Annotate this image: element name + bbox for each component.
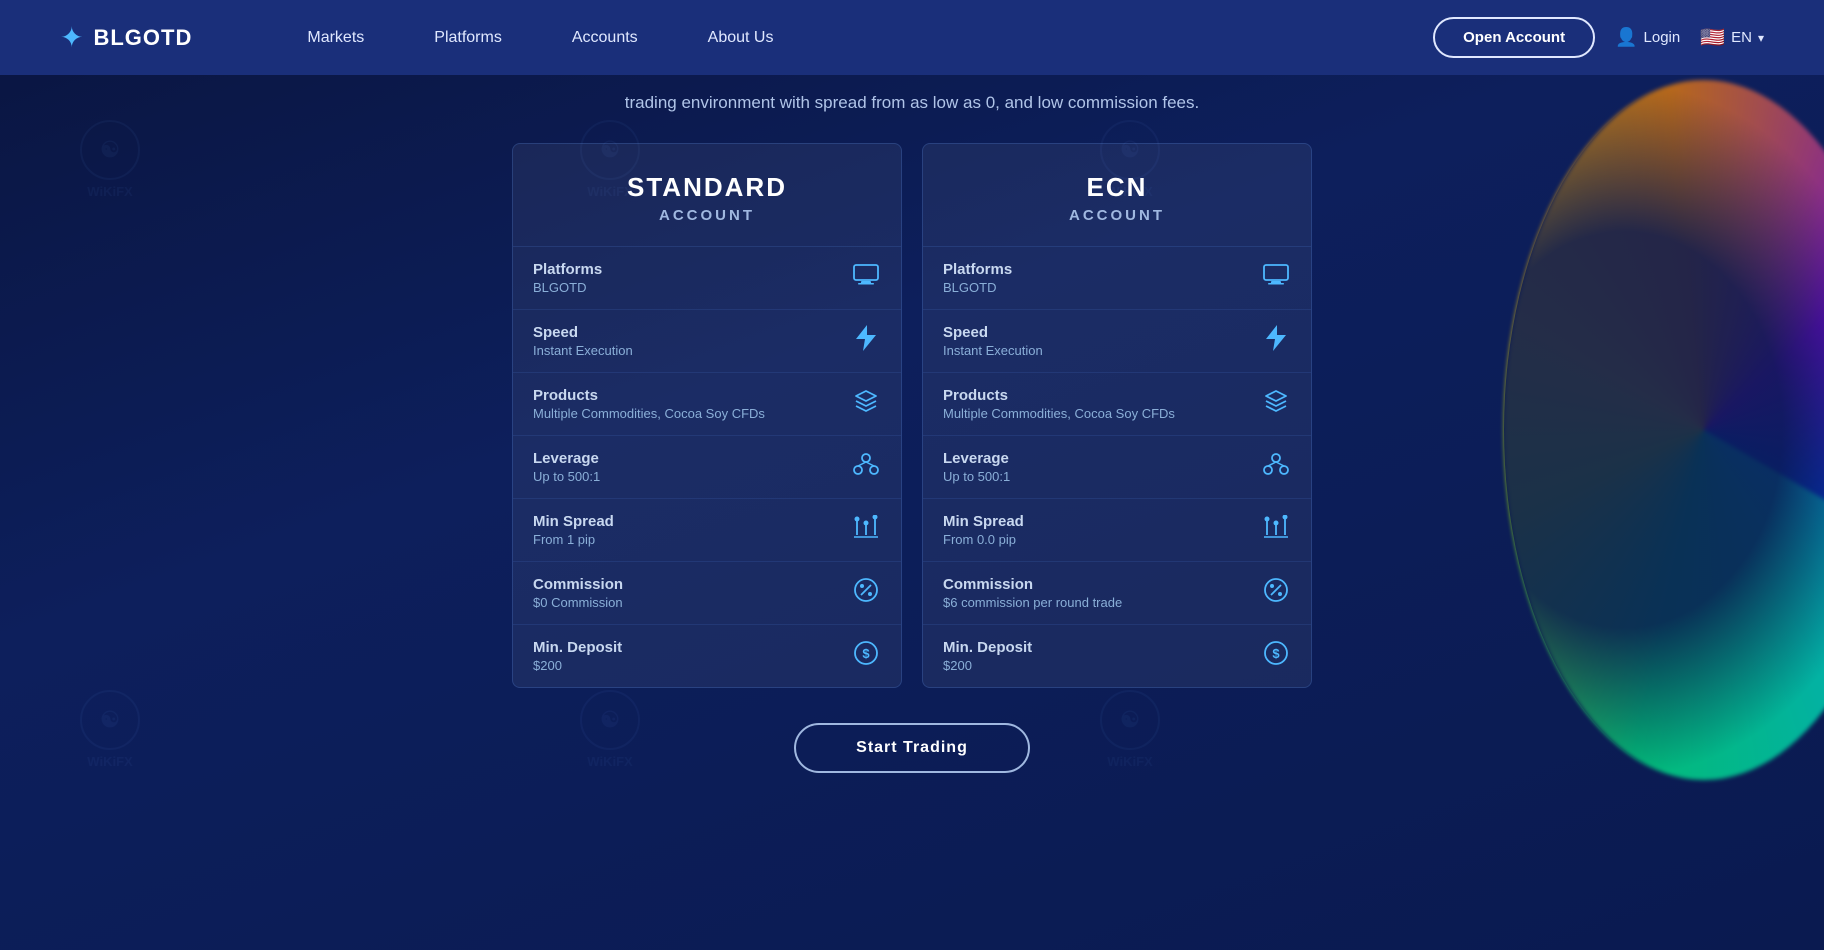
deposit-icon: $ (851, 640, 881, 672)
user-icon: 👤 (1615, 27, 1637, 48)
standard-card-header: STANDARD ACCOUNT (513, 144, 901, 247)
standard-spread-row: Min Spread From 1 pip (513, 499, 901, 562)
ecn-subtitle: ACCOUNT (943, 207, 1291, 224)
products-icon (851, 389, 881, 419)
ecn-products-value: Multiple Commodities, Cocoa Soy CFDs (943, 406, 1246, 421)
standard-platforms-row: Platforms BLGOTD (513, 247, 901, 310)
standard-products-row: Products Multiple Commodities, Cocoa Soy… (513, 373, 901, 436)
ecn-spread-value: From 0.0 pip (943, 532, 1246, 547)
speed-icon (851, 325, 881, 357)
ecn-leverage-row: Leverage Up to 500:1 (923, 436, 1311, 499)
ecn-platforms-value: BLGOTD (943, 280, 1246, 295)
ecn-speed-label: Speed (943, 324, 1246, 341)
ecn-deposit-row: Min. Deposit $200 $ (923, 625, 1311, 687)
standard-platforms-label: Platforms (533, 261, 836, 278)
language-selector[interactable]: 🇺🇸 EN ▾ (1700, 25, 1764, 50)
svg-text:$: $ (1272, 646, 1280, 661)
login-area[interactable]: 👤 Login (1615, 27, 1680, 48)
ecn-spread-icon (1261, 515, 1291, 545)
ecn-leverage-label: Leverage (943, 450, 1246, 467)
standard-spread-value: From 1 pip (533, 532, 836, 547)
ecn-commission-row: Commission $6 commission per round trade (923, 562, 1311, 625)
ecn-speed-row: Speed Instant Execution (923, 310, 1311, 373)
ecn-leverage-icon (1261, 452, 1291, 482)
ecn-commission-value: $6 commission per round trade (943, 595, 1246, 610)
svg-text:$: $ (862, 646, 870, 661)
flag-icon: 🇺🇸 (1700, 25, 1725, 50)
ecn-platforms-label: Platforms (943, 261, 1246, 278)
platforms-icon (851, 264, 881, 292)
nav-links: Markets Platforms Accounts About Us (272, 0, 1433, 75)
ecn-card-header: ECN ACCOUNT (923, 144, 1311, 247)
ecn-leverage-value: Up to 500:1 (943, 469, 1246, 484)
ecn-spread-row: Min Spread From 0.0 pip (923, 499, 1311, 562)
ecn-commission-icon (1261, 577, 1291, 609)
commission-icon (851, 577, 881, 609)
nav-item-about[interactable]: About Us (673, 0, 809, 75)
ecn-speed-value: Instant Execution (943, 343, 1246, 358)
ecn-spread-label: Min Spread (943, 513, 1246, 530)
standard-deposit-row: Min. Deposit $200 $ (513, 625, 901, 687)
standard-products-value: Multiple Commodities, Cocoa Soy CFDs (533, 406, 836, 421)
accounts-section: STANDARD ACCOUNT Platforms BLGOTD Speed … (0, 143, 1824, 688)
standard-speed-row: Speed Instant Execution (513, 310, 901, 373)
standard-spread-label: Min Spread (533, 513, 836, 530)
ecn-speed-icon (1261, 325, 1291, 357)
start-trading-button[interactable]: Start Trading (794, 723, 1030, 773)
standard-deposit-label: Min. Deposit (533, 639, 836, 656)
standard-subtitle: ACCOUNT (533, 207, 881, 224)
standard-products-label: Products (533, 387, 836, 404)
lang-label: EN (1731, 29, 1752, 46)
ecn-title: ECN (943, 172, 1291, 203)
logo[interactable]: ✦ BLGOTD (60, 21, 192, 54)
ecn-products-icon (1261, 389, 1291, 419)
open-account-button[interactable]: Open Account (1433, 17, 1595, 58)
ecn-account-card: ECN ACCOUNT Platforms BLGOTD Speed Insta… (922, 143, 1312, 688)
standard-account-card: STANDARD ACCOUNT Platforms BLGOTD Speed … (512, 143, 902, 688)
ecn-deposit-value: $200 (943, 658, 1246, 673)
ecn-deposit-label: Min. Deposit (943, 639, 1246, 656)
chevron-down-icon: ▾ (1758, 31, 1764, 45)
standard-speed-label: Speed (533, 324, 836, 341)
ecn-commission-label: Commission (943, 576, 1246, 593)
ecn-platforms-row: Platforms BLGOTD (923, 247, 1311, 310)
standard-deposit-value: $200 (533, 658, 836, 673)
ecn-platforms-icon (1261, 264, 1291, 292)
nav-right: Open Account 👤 Login 🇺🇸 EN ▾ (1433, 17, 1764, 58)
ecn-products-row: Products Multiple Commodities, Cocoa Soy… (923, 373, 1311, 436)
spread-icon (851, 515, 881, 545)
subtitle-text: trading environment with spread from as … (625, 93, 1199, 112)
nav-item-accounts[interactable]: Accounts (537, 0, 673, 75)
subtitle-bar: trading environment with spread from as … (0, 75, 1824, 143)
nav-item-platforms[interactable]: Platforms (399, 0, 537, 75)
nav-item-markets[interactable]: Markets (272, 0, 399, 75)
navbar: ✦ BLGOTD Markets Platforms Accounts Abou… (0, 0, 1824, 75)
leverage-icon (851, 452, 881, 482)
standard-leverage-label: Leverage (533, 450, 836, 467)
standard-commission-label: Commission (533, 576, 836, 593)
ecn-products-label: Products (943, 387, 1246, 404)
brand-name: BLGOTD (93, 25, 192, 51)
standard-title: STANDARD (533, 172, 881, 203)
standard-platforms-value: BLGOTD (533, 280, 836, 295)
standard-commission-value: $0 Commission (533, 595, 836, 610)
ecn-deposit-icon: $ (1261, 640, 1291, 672)
standard-speed-value: Instant Execution (533, 343, 836, 358)
standard-commission-row: Commission $0 Commission (513, 562, 901, 625)
logo-icon: ✦ (60, 21, 83, 54)
standard-leverage-value: Up to 500:1 (533, 469, 836, 484)
bottom-area: Start Trading (0, 723, 1824, 773)
standard-leverage-row: Leverage Up to 500:1 (513, 436, 901, 499)
login-label: Login (1644, 29, 1681, 46)
